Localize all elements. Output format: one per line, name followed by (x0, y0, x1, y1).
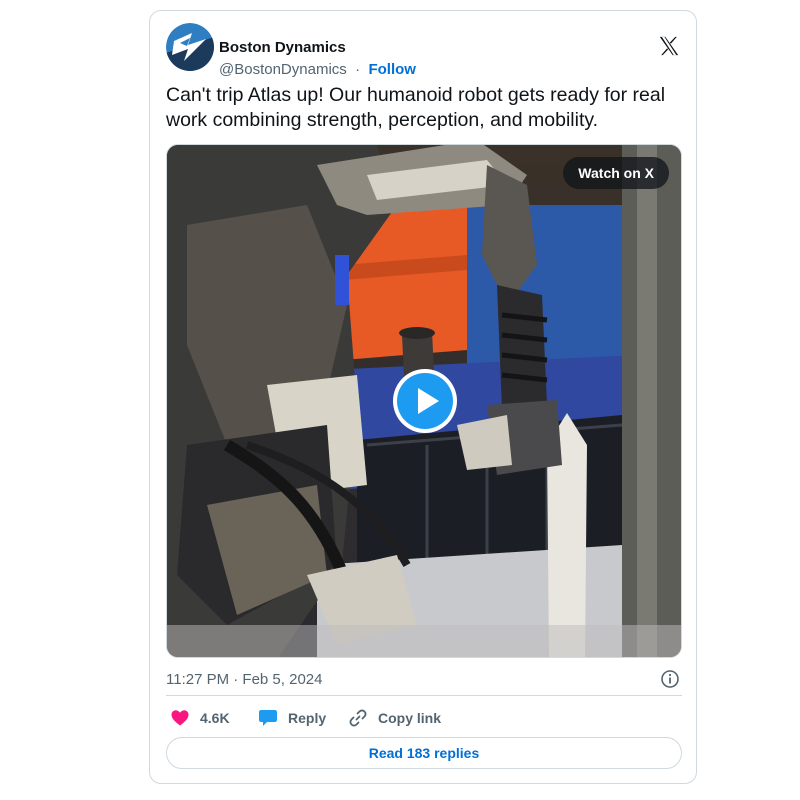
play-button[interactable] (393, 369, 457, 433)
copy-link-button[interactable]: Copy link (348, 707, 441, 729)
account-name[interactable]: Boston Dynamics (219, 39, 346, 57)
copy-link-label: Copy link (378, 710, 442, 726)
separator-dot: · (350, 61, 365, 78)
tweet-header: Boston Dynamics @BostonDynamics · Follow (166, 23, 680, 78)
tweet-meta: 11:27 PM · Feb 5, 2024 (166, 667, 682, 696)
play-icon (397, 373, 453, 429)
link-icon (349, 709, 367, 727)
like-count: 4.6K (200, 710, 230, 726)
read-replies-button[interactable]: Read 183 replies (166, 737, 682, 769)
tweet-actions: 4.6K Reply Copy link (166, 707, 682, 729)
avatar[interactable] (166, 23, 214, 71)
reply-label: Reply (288, 710, 327, 726)
reply-bubble-icon (259, 710, 277, 726)
handle-row: @BostonDynamics · Follow (219, 61, 416, 79)
tweet-text: Can't trip Atlas up! Our humanoid robot … (166, 84, 666, 131)
video-player[interactable]: Watch on X (166, 144, 682, 658)
account-handle[interactable]: @BostonDynamics (219, 61, 347, 78)
x-logo-icon[interactable] (658, 35, 680, 57)
boston-dynamics-logo-icon (166, 23, 214, 71)
heart-icon (171, 710, 189, 726)
like-button[interactable]: 4.6K (170, 707, 230, 729)
watch-on-x-button[interactable]: Watch on X (563, 157, 669, 189)
reply-button[interactable]: Reply (258, 707, 326, 729)
timestamp-link[interactable]: 11:27 PM · Feb 5, 2024 (166, 671, 322, 688)
follow-button[interactable]: Follow (368, 61, 416, 78)
info-icon[interactable] (660, 669, 680, 689)
embedded-tweet-card[interactable]: Boston Dynamics @BostonDynamics · Follow… (149, 10, 697, 784)
